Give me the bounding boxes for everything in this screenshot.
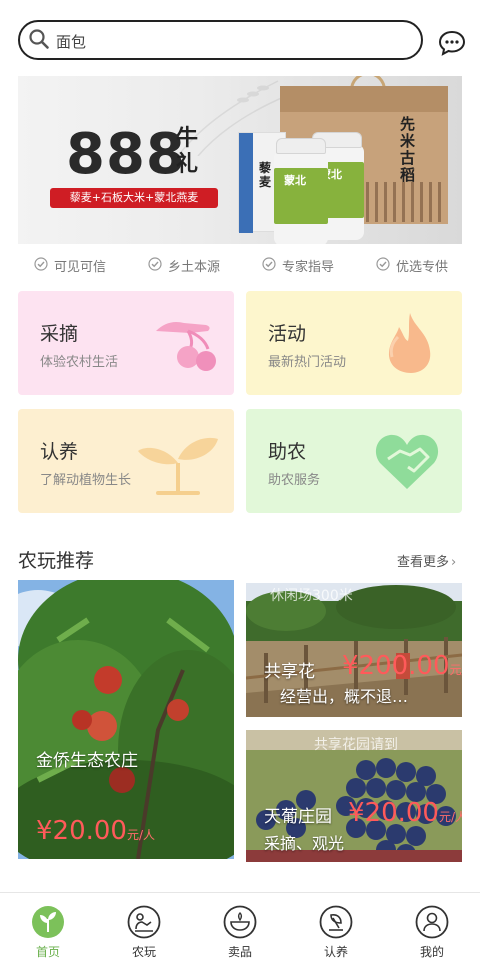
carton-label: 藜麦	[259, 161, 272, 189]
recommend-desc: 经营出，概不退…	[280, 687, 409, 706]
jar-image-front: 蒙北	[274, 138, 328, 244]
price-value: ¥20.00	[36, 816, 127, 846]
farm-play-icon	[127, 905, 161, 939]
card-title: 采摘	[40, 323, 79, 345]
home-leaf-icon	[32, 906, 64, 938]
search-input[interactable]: 面包	[56, 31, 86, 52]
check-circle-icon	[148, 257, 162, 271]
price-value: ¥200.00	[342, 651, 450, 681]
nav-item-home[interactable]: 首页	[18, 905, 78, 960]
card-picking[interactable]: 采摘 体验农村生活	[18, 291, 234, 395]
section-title: 农玩推荐	[18, 550, 95, 572]
search-bar[interactable]: 面包	[18, 20, 423, 60]
card-help-farm[interactable]: 助农 助农服务	[246, 409, 462, 513]
search-icon	[29, 29, 49, 49]
recommend-price: ¥200.00元/人	[342, 651, 462, 681]
card-title: 助农	[268, 441, 307, 463]
check-circle-icon	[34, 257, 48, 271]
price-unit: 元/人	[449, 663, 462, 677]
nav-item-mine[interactable]: 我的	[402, 905, 462, 960]
nav-label: 农玩	[131, 945, 156, 959]
recommend-card[interactable]: 金侨生态农庄 ¥20.00元/人	[18, 580, 234, 859]
adopt-plant-icon	[319, 905, 353, 939]
feature-label: 可见可信	[54, 260, 107, 275]
card-subtitle: 最新热门活动	[268, 355, 347, 370]
recommend-price: ¥20.00元/人	[36, 816, 155, 846]
nav-label: 我的	[419, 945, 444, 959]
feature-row: 可见可信 乡土本源 专家指导 优选专供	[18, 254, 462, 276]
recommend-price: ¥20.00元/人	[348, 798, 462, 828]
sprout-icon	[138, 437, 218, 495]
feature-label: 优选专供	[396, 260, 449, 275]
view-more-link[interactable]: 查看更多 ›	[397, 551, 456, 570]
price-unit: 元/人	[126, 828, 156, 842]
jar-cap	[276, 138, 326, 154]
card-title: 认养	[40, 441, 79, 463]
banner-ribbon: 藜麦+石板大米+蒙北燕麦	[50, 188, 218, 208]
recommend-name: 天葡庄园	[264, 807, 332, 827]
jar-label-text: 蒙北	[284, 174, 306, 187]
recommend-card[interactable]: 共享花园请到 天葡庄园 ¥20.00元/人 采摘、观光	[246, 730, 462, 862]
shop-bowl-icon	[223, 905, 257, 939]
bottom-nav: 首页 农玩 卖品 认养 我的	[0, 893, 480, 968]
banner-headline: 888	[66, 122, 186, 187]
card-subtitle: 助农服务	[268, 473, 321, 488]
chevron-right-icon: ›	[451, 555, 457, 570]
feature-label: 专家指导	[282, 260, 335, 275]
card-subtitle: 体验农村生活	[40, 355, 119, 370]
feature-label: 乡土本源	[168, 260, 221, 275]
jar-label: 蒙北	[274, 168, 328, 224]
check-circle-icon	[376, 257, 390, 271]
card-adopt[interactable]: 认养 了解动植物生长	[18, 409, 234, 513]
box-lid	[280, 86, 448, 112]
recommend-name: 共享花	[264, 662, 315, 682]
banner-brand: 牛礼	[176, 126, 199, 177]
profile-icon	[415, 905, 449, 939]
nav-label: 首页	[35, 945, 60, 959]
price-value: ¥20.00	[348, 798, 439, 828]
heart-handshake-icon	[375, 434, 439, 489]
carton-stripe	[239, 133, 253, 233]
view-more-label: 查看更多	[397, 555, 450, 570]
price-unit: 元/人	[438, 810, 462, 824]
card-subtitle: 了解动植物生长	[40, 473, 132, 488]
box-scene	[366, 182, 446, 222]
nav-item-adopt[interactable]: 认养	[306, 905, 366, 960]
recommend-name: 金侨生态农庄	[36, 751, 138, 771]
nav-label: 认养	[323, 945, 348, 959]
card-title: 活动	[268, 323, 307, 345]
chat-bubble-icon[interactable]	[438, 30, 466, 56]
recommend-desc: 采摘、观光	[264, 834, 345, 853]
nav-item-farm-play[interactable]: 农玩	[114, 905, 174, 960]
nav-item-shop[interactable]: 卖品	[210, 905, 270, 960]
recommend-overlay-text: 共享花园请到	[314, 737, 398, 753]
promo-banner[interactable]: 888 牛礼 藜麦+石板大米+蒙北燕麦 先米古稻 藜麦 蒙北 蒙北	[18, 76, 462, 244]
card-activity[interactable]: 活动 最新热门活动	[246, 291, 462, 395]
recommend-card[interactable]: 休闲场300米 共享花 ¥200.00元/人 经营出，概不退…	[246, 583, 462, 717]
flame-icon	[388, 313, 431, 373]
check-circle-icon	[262, 257, 276, 271]
nav-label: 卖品	[227, 945, 252, 959]
recommend-overlay-text: 休闲场300米	[270, 588, 353, 604]
cherry-hand-icon	[156, 322, 216, 371]
box-title: 先米古稻	[400, 115, 416, 184]
